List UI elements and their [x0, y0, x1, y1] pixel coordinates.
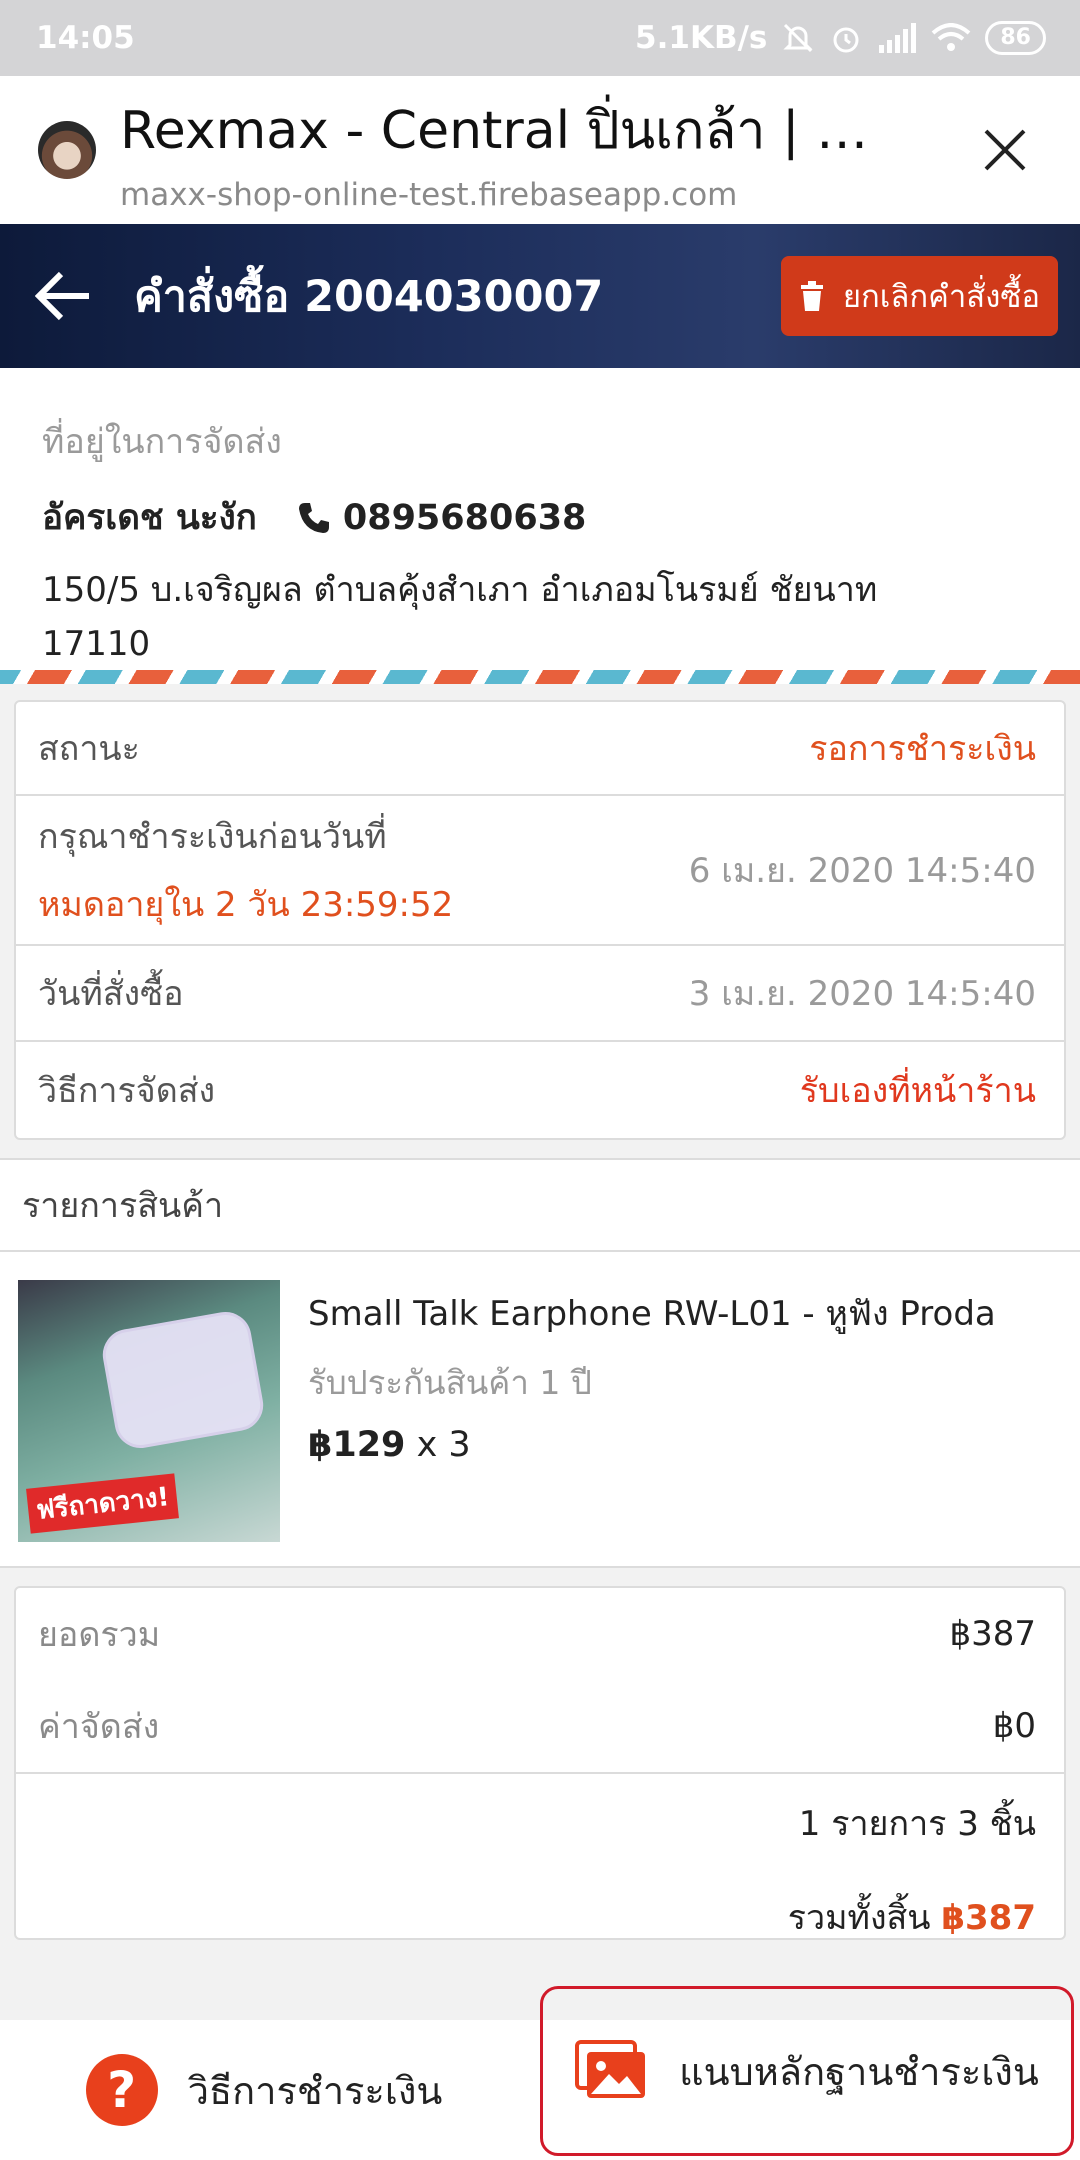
- battery-indicator: 86: [985, 21, 1046, 55]
- product-list: รายการสินค้า ฟรีถาดวาง! Small Talk Earph…: [0, 1158, 1080, 1568]
- shipping-fee-label: ค่าจัดส่ง: [38, 1707, 160, 1747]
- payment-method-button[interactable]: ? วิธีการชำระเงิน: [0, 2020, 528, 2160]
- grand-total-section: 1 รายการ 3 ชิ้น รวมทั้งสิ้น ฿387: [16, 1772, 1064, 1938]
- countdown-text: หมดอายุใน 2 วัน 23:59:52: [38, 885, 454, 925]
- airmail-divider: [0, 670, 1080, 684]
- shipping-address: ที่อยู่ในการจัดส่ง อัครเดช นะงัก 0895680…: [0, 368, 1080, 670]
- status-time: 14:05: [36, 20, 135, 56]
- shipping-fee-value: ฿0: [992, 1706, 1036, 1746]
- shipping-method-row: วิธีการจัดส่ง รับเองที่หน้าร้าน: [16, 1042, 1064, 1138]
- close-icon: [984, 129, 1026, 171]
- image-gallery-icon: [575, 2040, 646, 2098]
- arrow-left-icon: [35, 271, 89, 321]
- recipient-phone[interactable]: 0895680638: [343, 498, 587, 538]
- attach-proof-label: แนบหลักฐานชำระเงิน: [679, 2049, 1039, 2094]
- cancel-order-button[interactable]: ยกเลิกคำสั่งซื้อ: [780, 256, 1058, 336]
- subtotal-label: ยอดรวม: [38, 1615, 161, 1655]
- status-row: สถานะ รอการชำระเงิน: [16, 702, 1064, 796]
- grand-total-value: ฿387: [941, 1898, 1036, 1938]
- wifi-icon: [932, 23, 971, 51]
- mute-icon: [783, 23, 813, 53]
- promo-label: ฟรีถาดวาง!: [26, 1473, 180, 1534]
- recipient-name: อัครเดช นะงัก: [42, 498, 257, 538]
- item-count: 1 รายการ 3 ชิ้น: [798, 1804, 1036, 1844]
- signal-icon: [879, 23, 917, 53]
- help-icon: ?: [85, 2054, 158, 2126]
- unit-price: ฿129: [308, 1425, 406, 1465]
- deadline-value: 6 เม.ย. 2020 14:5:40: [688, 851, 1036, 891]
- page-title: Rexmax - Central ปิ่นเกล้า | คำ...: [120, 100, 900, 161]
- shipping-method-value: รับเองที่หน้าร้าน: [799, 1071, 1036, 1111]
- browser-toolbar: Rexmax - Central ปิ่นเกล้า | คำ... maxx-…: [0, 76, 1080, 224]
- address-line-2: 17110: [42, 624, 151, 664]
- product-name: Small Talk Earphone RW-L01 - หูฟัง Proda: [308, 1294, 996, 1334]
- bottom-action-bar: ? วิธีการชำระเงิน แนบหลักฐานชำระเงิน: [0, 1986, 1080, 2160]
- product-list-header: รายการสินค้า: [0, 1160, 1080, 1252]
- back-button[interactable]: [24, 256, 104, 336]
- alarm-icon: [833, 27, 859, 53]
- payment-method-label: วิธีการชำระเงิน: [187, 2068, 443, 2113]
- status-bar: 14:05 5.1KB/s 86: [0, 0, 1080, 76]
- attach-proof-button[interactable]: แนบหลักฐานชำระเงิน: [540, 1986, 1074, 2156]
- quantity: x 3: [416, 1425, 471, 1465]
- order-totals-card: ยอดรวม ฿387 ค่าจัดส่ง ฿0 1 รายการ 3 ชิ้น…: [14, 1586, 1066, 1940]
- product-image: ฟรีถาดวาง!: [18, 1280, 280, 1542]
- shipping-method-label: วิธีการจัดส่ง: [38, 1071, 216, 1111]
- subtotal-row: ยอดรวม ฿387: [16, 1588, 1064, 1680]
- address-label: ที่อยู่ในการจัดส่ง: [42, 422, 282, 462]
- site-favicon: [38, 121, 96, 179]
- trash-icon: [800, 281, 823, 311]
- product-price: ฿129 x 3: [308, 1425, 996, 1465]
- order-header: คำสั่งซื้อ 2004030007 ยกเลิกคำสั่งซื้อ: [0, 224, 1080, 368]
- close-button[interactable]: [970, 115, 1040, 185]
- status-badge: รอการชำระเงิน: [809, 729, 1036, 769]
- subtotal-value: ฿387: [949, 1614, 1036, 1654]
- order-info-card: สถานะ รอการชำระเงิน กรุณาชำระเงินก่อนวัน…: [14, 700, 1066, 1140]
- page-url: maxx-shop-online-test.firebaseapp.com: [120, 176, 738, 213]
- order-title: คำสั่งซื้อ 2004030007: [134, 272, 604, 322]
- product-warranty: รับประกันสินค้า 1 ปี: [308, 1363, 592, 1402]
- order-date-label: วันที่สั่งซื้อ: [38, 974, 184, 1014]
- status-label: สถานะ: [38, 729, 140, 769]
- order-date-row: วันที่สั่งซื้อ 3 เม.ย. 2020 14:5:40: [16, 946, 1064, 1042]
- list-item[interactable]: ฟรีถาดวาง! Small Talk Earphone RW-L01 - …: [0, 1252, 1080, 1542]
- deadline-label: กรุณาชำระเงินก่อนวันที่: [38, 817, 387, 857]
- cancel-order-label: ยกเลิกคำสั่งซื้อ: [842, 279, 1040, 315]
- shipping-fee-row: ค่าจัดส่ง ฿0: [16, 1680, 1064, 1772]
- net-speed: 5.1KB/s: [635, 20, 768, 56]
- phone-icon: [298, 502, 329, 533]
- grand-total-label: รวมทั้งสิ้น: [787, 1898, 931, 1938]
- order-date-value: 3 เม.ย. 2020 14:5:40: [688, 974, 1036, 1014]
- deadline-row: กรุณาชำระเงินก่อนวันที่ หมดอายุใน 2 วัน …: [16, 796, 1064, 946]
- grand-total-line: รวมทั้งสิ้น ฿387: [16, 1890, 1036, 1944]
- address-line-1: 150/5 บ.เจริญผล ตำบลคุ้งสำเภา อำเภอมโนรม…: [42, 570, 878, 610]
